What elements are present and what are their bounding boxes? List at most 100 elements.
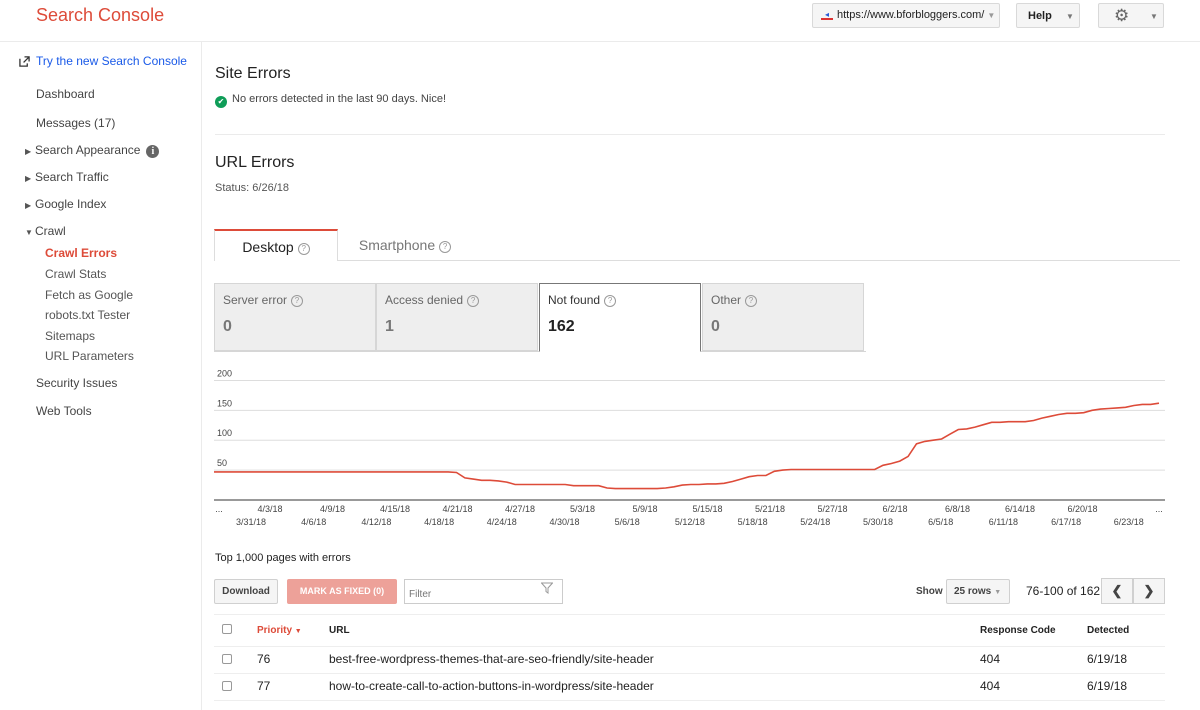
- metric-label: Other?: [711, 293, 758, 307]
- site-errors-message: No errors detected in the last 90 days. …: [232, 93, 446, 105]
- chart-x-tick-label: 5/12/18: [675, 517, 705, 527]
- help-circle-icon[interactable]: ?: [467, 295, 480, 307]
- filter-input[interactable]: [404, 579, 563, 604]
- row-priority: 77: [257, 679, 271, 693]
- chart-x-tick-label: 5/24/18: [800, 517, 830, 527]
- sidebar-item-web-tools[interactable]: Web Tools: [36, 404, 92, 418]
- sidebar-item-sitemaps[interactable]: Sitemaps: [45, 329, 95, 343]
- sidebar-item-url-parameters[interactable]: URL Parameters: [45, 349, 134, 363]
- prev-page-button[interactable]: ❮: [1101, 578, 1133, 604]
- download-button[interactable]: Download: [214, 579, 278, 604]
- metric-server-error[interactable]: Server error? 0: [214, 283, 376, 351]
- filter-funnel-icon[interactable]: [541, 582, 553, 594]
- help-label: Help: [1028, 10, 1052, 22]
- row-checkbox[interactable]: [222, 654, 232, 664]
- column-header-response-code[interactable]: Response Code: [980, 625, 1056, 636]
- chart-x-tick-label: 6/14/18: [1005, 504, 1035, 514]
- sidebar-item-search-appearance[interactable]: ▶ Search Appearance i: [25, 143, 160, 158]
- sidebar-item-fetch-as-google[interactable]: Fetch as Google: [45, 288, 133, 302]
- external-link-icon: [19, 56, 30, 67]
- metric-label: Not found?: [548, 293, 617, 307]
- section-divider: [215, 134, 1165, 135]
- mark-as-fixed-button[interactable]: MARK AS FIXED (0): [287, 579, 397, 604]
- sidebar-item-crawl-stats[interactable]: Crawl Stats: [45, 267, 106, 281]
- chart-x-tick-label: 4/3/18: [257, 504, 282, 514]
- chart-x-tick-label: 4/6/18: [301, 517, 326, 527]
- row-url[interactable]: best-free-wordpress-themes-that-are-seo-…: [329, 652, 654, 666]
- rows-per-page-select[interactable]: 25 rows ▼: [946, 579, 1010, 604]
- sidebar-item-robots-tester[interactable]: robots.txt Tester: [45, 308, 130, 322]
- check-circle-icon: ✔: [215, 96, 227, 108]
- expand-right-icon: ▶: [25, 201, 32, 210]
- sidebar-item-google-index[interactable]: ▶ Google Index: [25, 197, 106, 211]
- help-circle-icon[interactable]: ?: [604, 295, 617, 307]
- metric-label: Access denied?: [385, 293, 480, 307]
- chart-x-tick-label: ...: [1155, 504, 1163, 514]
- sidebar-item-label: Search Traffic: [35, 170, 109, 184]
- brand-title[interactable]: Search Console: [36, 5, 164, 26]
- column-header-priority[interactable]: Priority ▼: [257, 625, 302, 636]
- row-url[interactable]: how-to-create-call-to-action-buttons-in-…: [329, 679, 654, 693]
- chart-x-tick-label: 6/23/18: [1114, 517, 1144, 527]
- metric-value: 162: [548, 318, 575, 335]
- tab-desktop[interactable]: Desktop?: [214, 229, 338, 261]
- row-detected: 6/19/18: [1087, 652, 1128, 666]
- help-circle-icon[interactable]: ?: [439, 241, 452, 253]
- row-response-code: 404: [980, 652, 1001, 666]
- chart-x-tick-label: 5/15/18: [692, 504, 722, 514]
- help-circle-icon[interactable]: ?: [291, 295, 304, 307]
- sidebar-item-label: Crawl: [35, 224, 66, 238]
- column-header-detected[interactable]: Detected: [1087, 625, 1129, 636]
- sidebar-item-security-issues[interactable]: Security Issues: [36, 376, 117, 390]
- site-selector[interactable]: ◂ https://www.bforbloggers.com/▼: [812, 3, 1000, 28]
- help-button[interactable]: Help ▼: [1016, 3, 1080, 28]
- metric-access-denied[interactable]: Access denied? 1: [376, 283, 538, 351]
- sidebar-item-search-traffic[interactable]: ▶ Search Traffic: [25, 170, 109, 184]
- table-top-border: [214, 614, 1165, 615]
- chart-x-tick-label: 4/12/18: [361, 517, 391, 527]
- sidebar-item-crawl-errors[interactable]: Crawl Errors: [45, 246, 117, 260]
- metric-not-found[interactable]: Not found? 162: [539, 283, 701, 352]
- search-console-app: Search Console ◂ https://www.bforbloggers…: [0, 0, 1200, 710]
- tab-smartphone[interactable]: Smartphone?: [340, 229, 470, 261]
- chart-x-tick-label: 6/17/18: [1051, 517, 1081, 527]
- metric-label: Server error?: [223, 293, 304, 307]
- sidebar-item-try-new[interactable]: Try the new Search Console: [36, 54, 187, 68]
- chart-x-tick-label: 5/9/18: [632, 504, 657, 514]
- chevron-down-icon: ▼: [1150, 12, 1158, 21]
- help-circle-icon[interactable]: ?: [297, 243, 310, 255]
- row-response-code: 404: [980, 679, 1001, 693]
- chart-x-tick-label: 4/30/18: [549, 517, 579, 527]
- chart-x-tick-label: 4/18/18: [424, 517, 454, 527]
- sidebar-item-crawl[interactable]: ▼ Crawl: [25, 224, 66, 238]
- table-caption: Top 1,000 pages with errors: [215, 552, 351, 564]
- site-errors-title: Site Errors: [215, 65, 291, 82]
- pager-range: 76-100 of 162: [1026, 584, 1101, 598]
- metric-value: 1: [385, 318, 394, 335]
- url-errors-title: URL Errors: [215, 154, 295, 171]
- expand-right-icon: ▶: [25, 147, 32, 156]
- select-all-checkbox[interactable]: [222, 624, 232, 634]
- sidebar-item-dashboard[interactable]: Dashboard: [36, 87, 95, 101]
- next-page-button[interactable]: ❯: [1133, 578, 1165, 604]
- rows-per-page-value: 25 rows: [954, 586, 992, 597]
- tab-label: Desktop: [242, 239, 294, 255]
- chart-x-tick-label: 5/21/18: [755, 504, 785, 514]
- metric-other[interactable]: Other? 0: [702, 283, 864, 351]
- row-checkbox[interactable]: [222, 681, 232, 691]
- chart-y-tick-label: 200: [217, 370, 232, 378]
- row-divider: [214, 700, 1165, 701]
- sort-down-icon: ▼: [294, 628, 302, 635]
- url-errors-status: Status: 6/26/18: [215, 182, 289, 194]
- site-errors-status: ✔ No errors detected in the last 90 days.…: [215, 93, 446, 108]
- chart-x-tick-label: 6/20/18: [1067, 504, 1097, 514]
- chart-x-tick-label: 3/31/18: [236, 517, 266, 527]
- info-icon[interactable]: i: [146, 145, 160, 158]
- chevron-down-icon: ▼: [994, 589, 1002, 596]
- chevron-down-icon: ▼: [1066, 12, 1074, 21]
- column-header-url[interactable]: URL: [329, 625, 350, 636]
- help-circle-icon[interactable]: ?: [745, 295, 758, 307]
- sidebar-item-messages[interactable]: Messages (17): [36, 116, 115, 130]
- chart-y-tick-label: 150: [217, 398, 232, 408]
- settings-button[interactable]: ⚙ ▼: [1098, 3, 1164, 28]
